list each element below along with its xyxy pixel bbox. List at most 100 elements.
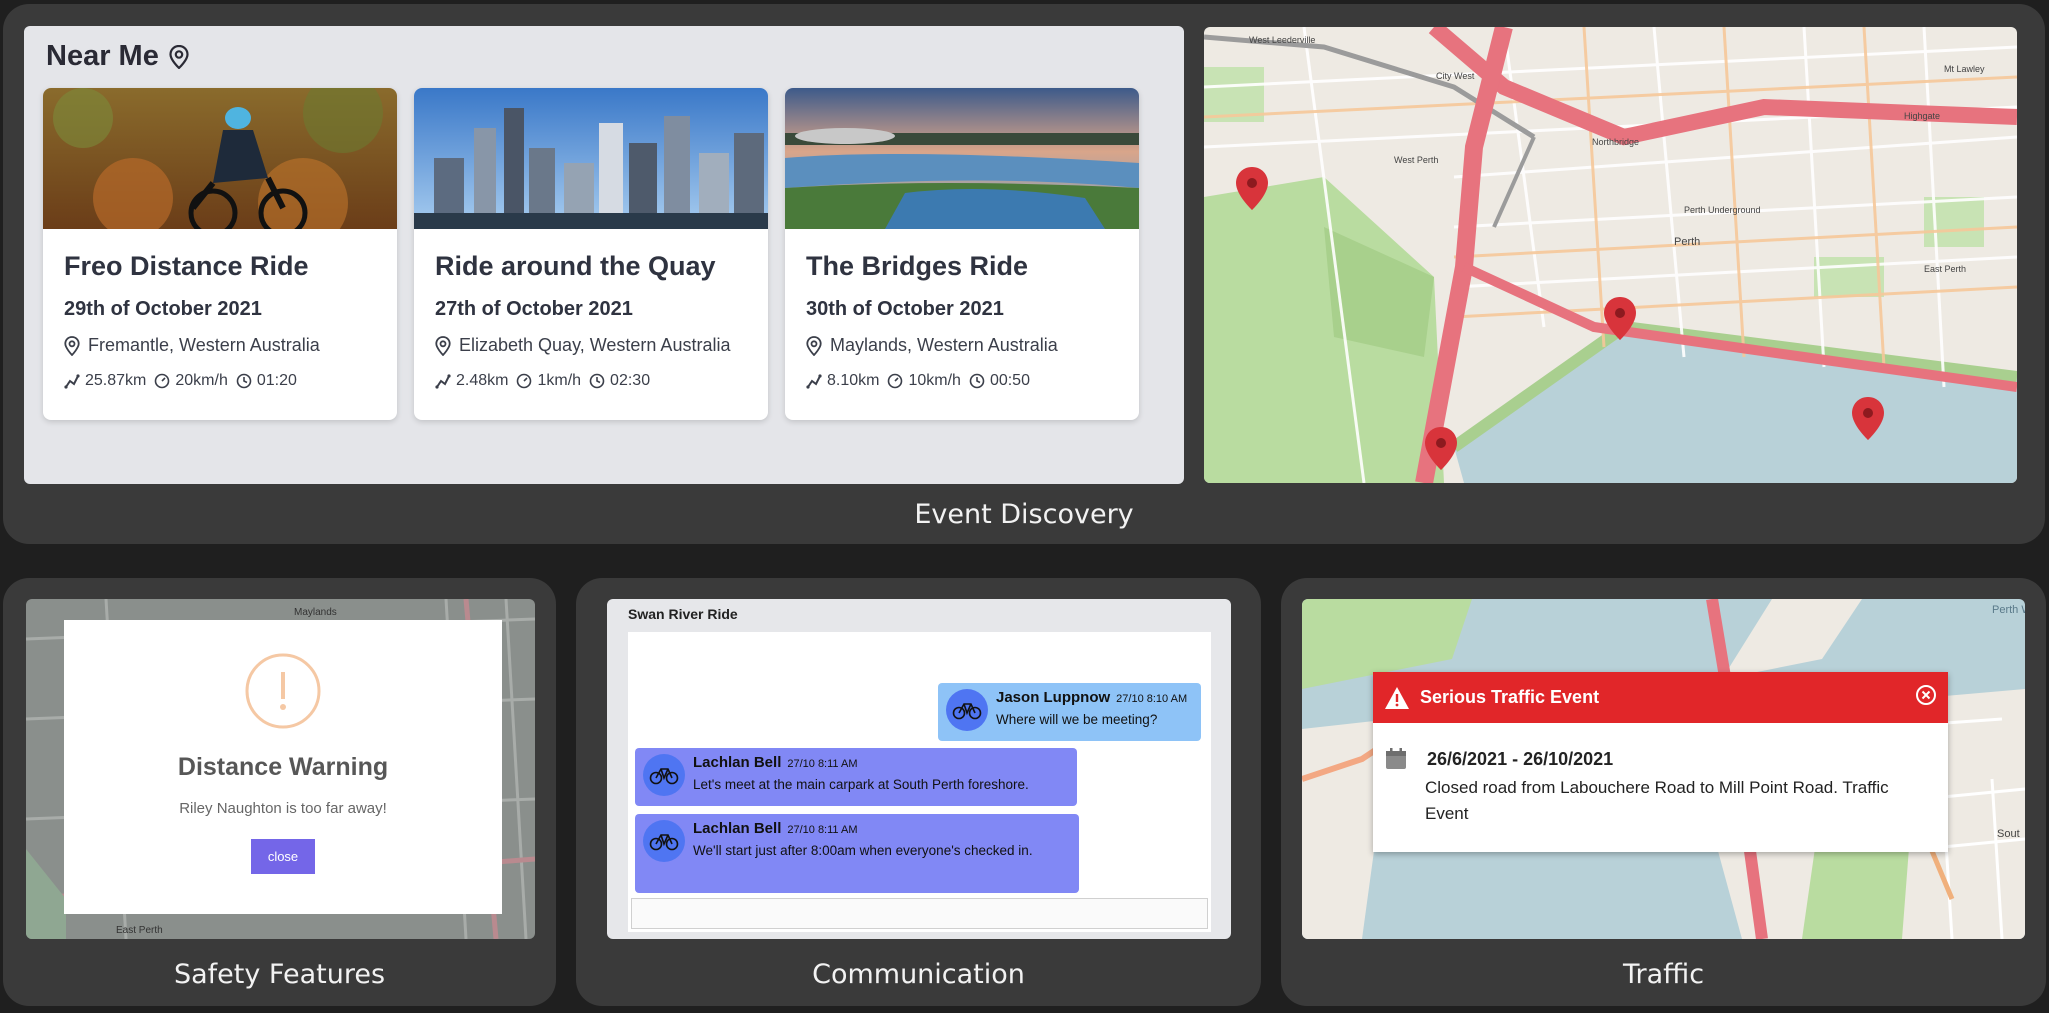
near-me-section: Near Me Freo Distance Ride 29th of Octob…: [24, 26, 1184, 484]
chat-message: Lachlan Bell 27/10 8:11 AM We'll start jus…: [635, 814, 1079, 893]
location-pin-icon: [169, 44, 189, 69]
event-image-cyclist: [43, 88, 397, 229]
map-label: East Perth: [116, 925, 163, 936]
event-duration: 01:20: [256, 372, 297, 389]
chat-title: Swan River Ride: [628, 606, 738, 622]
event-location: Fremantle, Western Australia: [64, 335, 376, 356]
map-label: West Leederville: [1249, 35, 1315, 45]
warning-icon: [245, 653, 321, 729]
event-title: The Bridges Ride: [806, 251, 1029, 281]
warning-triangle-icon: [1385, 686, 1409, 709]
message-text: Let's meet at the main carpark at South …: [693, 777, 1029, 792]
close-circle-icon[interactable]: [1915, 684, 1937, 706]
close-button[interactable]: close: [250, 839, 316, 874]
speedometer-icon: [517, 373, 532, 389]
traffic-alert: Serious Traffic Event 26/6/2021 - 26/10/…: [1373, 672, 1948, 852]
event-date: 29th of October 2021: [64, 298, 262, 320]
bicycle-icon: [946, 689, 988, 731]
alert-body: 26/6/2021 - 26/10/2021 Closed road from …: [1373, 723, 1948, 823]
event-location-text: Maylands, Western Australia: [830, 335, 1058, 355]
message-time: 27/10 8:10 AM: [1116, 693, 1188, 705]
map-label: East Perth: [1924, 264, 1966, 274]
event-distance: 8.10km: [827, 372, 880, 389]
safety-map: Maylands East Perth Distance Warning Ril…: [26, 599, 535, 939]
alert-description: Closed road from Labouchere Road to Mill…: [1425, 778, 1889, 824]
alert-dates: 26/6/2021 - 26/10/2021: [1427, 749, 1614, 769]
route-icon: [64, 374, 80, 389]
warning-message: Riley Naughton is too far away!: [179, 800, 387, 817]
event-card-freo[interactable]: Freo Distance Ride 29th of October 2021 …: [43, 88, 397, 420]
clock-icon: [589, 373, 605, 389]
safety-features-panel: Maylands East Perth Distance Warning Ril…: [3, 578, 556, 1006]
event-duration: 00:50: [989, 372, 1030, 389]
message-time: 27/10 8:11 AM: [787, 758, 858, 770]
event-stats: 25.87km 20km/h 01:20: [64, 372, 376, 390]
message-text: We'll start just after 8:00am when every…: [693, 843, 1033, 858]
location-pin-icon: [435, 335, 451, 356]
event-image-river: [785, 88, 1139, 229]
event-image-city-skyline: [414, 88, 768, 229]
event-stats: 2.48km 1km/h 02:30: [435, 372, 747, 390]
near-me-heading: Near Me: [46, 40, 189, 73]
message-author: Jason Luppnow: [996, 689, 1111, 706]
event-speed: 10km/h: [908, 372, 961, 389]
event-location: Maylands, Western Australia: [806, 335, 1118, 356]
traffic-panel: Perth W Sout Serious Traffic Event 26/6/…: [1281, 578, 2046, 1006]
event-duration: 02:30: [610, 372, 651, 389]
map-label: Northbridge: [1592, 137, 1639, 147]
communication-panel: Swan River Ride Jason Luppnow 27/10 8:10 …: [576, 578, 1261, 1006]
event-card-bridges[interactable]: The Bridges Ride 30th of October 2021 Ma…: [785, 88, 1139, 420]
distance-warning-modal: Distance Warning Riley Naughton is too f…: [64, 620, 502, 914]
map-label: Perth W: [1992, 604, 2025, 616]
event-discovery-caption: Event Discovery: [914, 499, 1134, 530]
message-text: Where will we be meeting?: [996, 712, 1158, 727]
message-author: Lachlan Bell: [693, 754, 782, 771]
near-me-title: Near Me: [46, 40, 159, 72]
warning-title: Distance Warning: [177, 753, 389, 781]
map-label: Highgate: [1904, 111, 1940, 121]
clock-icon: [969, 373, 985, 389]
map-label: West Perth: [1394, 155, 1438, 165]
event-stats: 8.10km 10km/h 00:50: [806, 372, 1118, 390]
event-title: Freo Distance Ride: [64, 251, 309, 281]
alert-header: Serious Traffic Event: [1373, 672, 1948, 723]
event-title: Ride around the Quay: [435, 251, 716, 281]
chat-messages: Jason Luppnow 27/10 8:10 AM Where will we …: [628, 632, 1211, 932]
chat-message: Lachlan Bell 27/10 8:11 AM Let's meet at t…: [635, 748, 1077, 806]
event-location: Elizabeth Quay, Western Australia: [435, 335, 747, 356]
event-speed: 20km/h: [175, 372, 228, 389]
speedometer-icon: [155, 373, 170, 389]
map-label: Sout: [1997, 828, 2020, 840]
chat-message: Jason Luppnow 27/10 8:10 AM Where will we …: [938, 683, 1201, 741]
location-pin-icon: [806, 335, 822, 356]
message-time: 27/10 8:11 AM: [787, 824, 858, 836]
map-label: City West: [1436, 71, 1475, 81]
event-location-text: Fremantle, Western Australia: [88, 335, 320, 355]
safety-features-caption: Safety Features: [173, 959, 386, 990]
alert-title: Serious Traffic Event: [1420, 687, 1600, 707]
map-label: Perth Underground: [1684, 205, 1761, 215]
event-location-text: Elizabeth Quay, Western Australia: [459, 335, 731, 355]
clock-icon: [236, 373, 252, 389]
chat-window: Swan River Ride Jason Luppnow 27/10 8:10 …: [607, 599, 1231, 939]
chat-input[interactable]: [631, 898, 1208, 929]
communication-caption: Communication: [812, 959, 1025, 990]
message-author: Lachlan Bell: [693, 820, 782, 837]
traffic-map: Perth W Sout Serious Traffic Event 26/6/…: [1302, 599, 2025, 939]
event-date: 27th of October 2021: [435, 298, 633, 320]
event-distance: 25.87km: [85, 372, 147, 389]
event-map[interactable]: West Leederville City West Northbridge W…: [1204, 27, 2017, 483]
calendar-icon: [1386, 748, 1406, 769]
route-icon: [806, 374, 822, 389]
traffic-caption: Traffic: [1622, 959, 1705, 990]
location-pin-icon: [64, 335, 80, 356]
speedometer-icon: [888, 373, 903, 389]
event-distance: 2.48km: [456, 372, 509, 389]
route-icon: [435, 374, 451, 389]
map-label: Mt Lawley: [1944, 64, 1985, 74]
map-label: Perth: [1674, 236, 1700, 248]
bicycle-icon: [643, 820, 685, 862]
map-label: Maylands: [294, 607, 337, 618]
event-discovery-panel: Near Me Freo Distance Ride 29th of Octob…: [3, 4, 2045, 544]
event-card-quay[interactable]: Ride around the Quay 27th of October 202…: [414, 88, 768, 420]
